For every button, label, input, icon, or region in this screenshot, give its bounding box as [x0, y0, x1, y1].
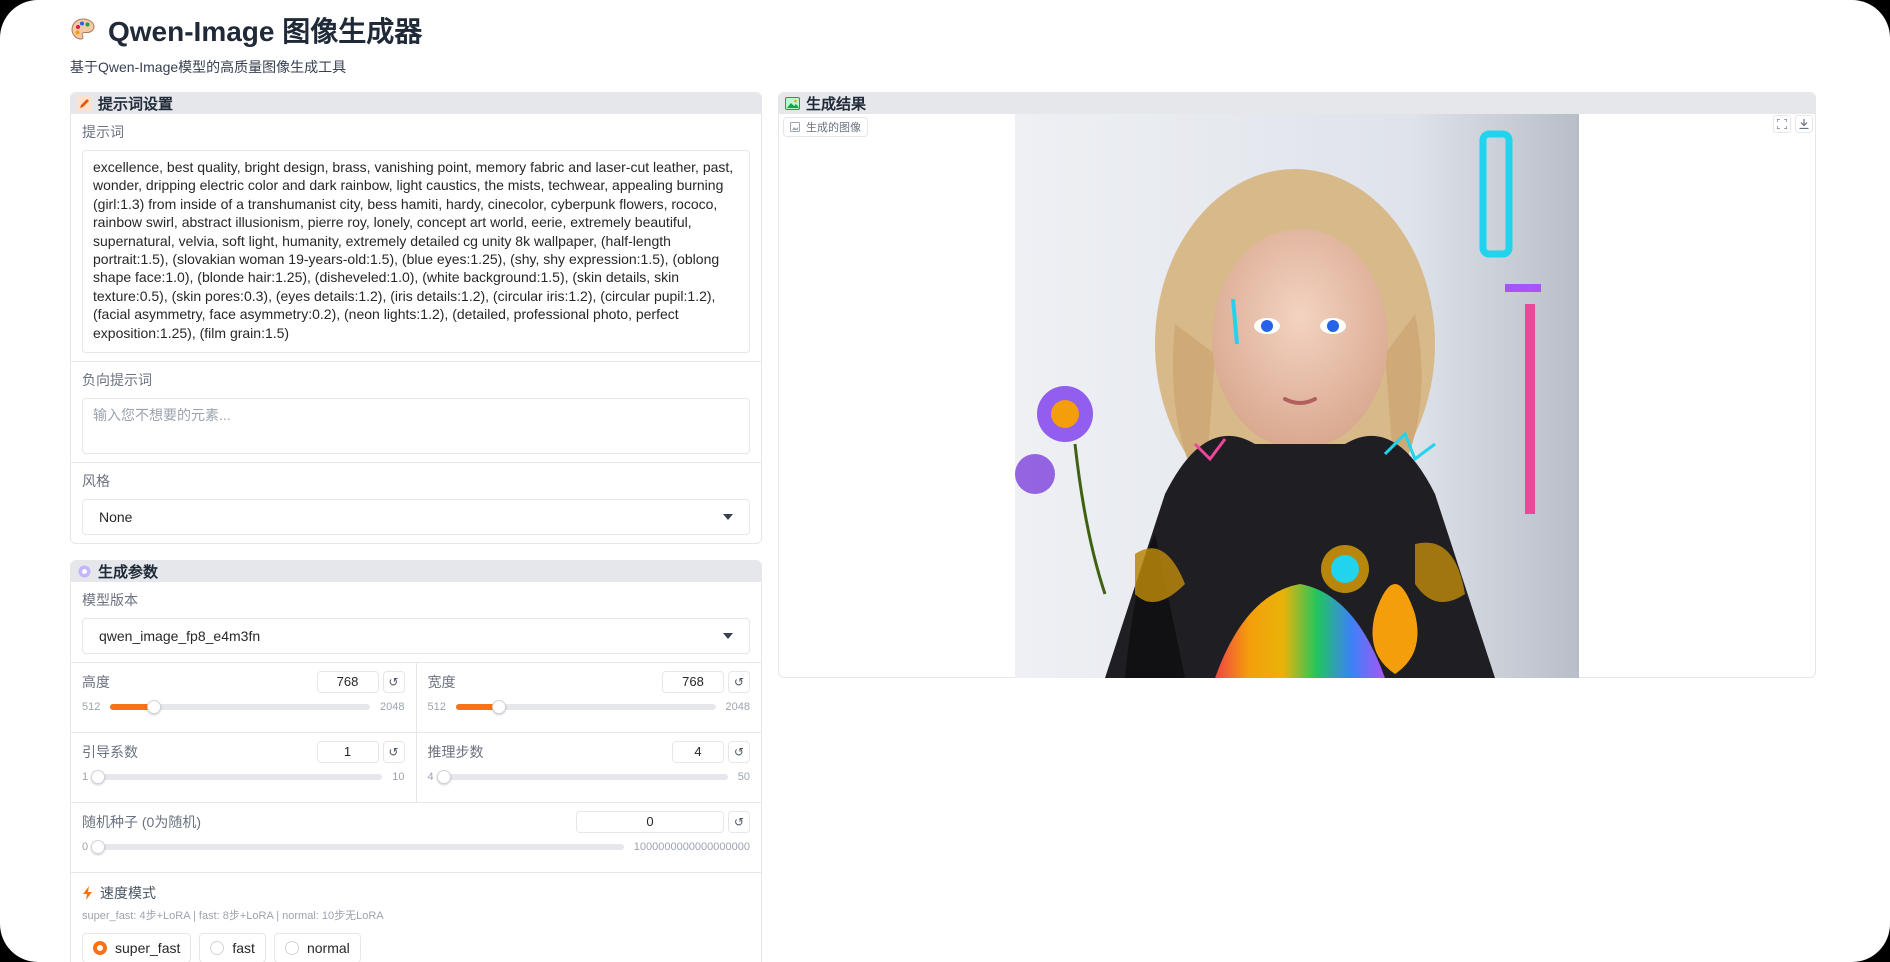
height-max: 2048	[380, 701, 405, 713]
negative-prompt-label: 负向提示词	[82, 372, 152, 388]
negative-prompt-input[interactable]: 输入您不想要的元素...	[82, 398, 750, 454]
seed-label: 随机种子 (0为随机)	[82, 814, 201, 830]
height-reset-button[interactable]: ↺	[382, 671, 405, 693]
guidance-slider[interactable]	[91, 770, 383, 784]
seed-slider-group: 随机种子 (0为随机) 0 ↺ 0 1000000000000000000	[71, 803, 761, 872]
width-reset-button[interactable]: ↺	[728, 671, 750, 693]
width-input[interactable]: 768	[662, 671, 724, 693]
result-panel: 生成结果 生成的图像	[778, 92, 1816, 678]
palette-icon	[71, 18, 95, 40]
radio-indicator	[210, 941, 225, 955]
guidance-label: 引导系数	[82, 744, 138, 760]
lightning-icon	[83, 886, 92, 900]
style-field: 风格 None	[71, 463, 761, 543]
radio-indicator	[93, 941, 107, 955]
image-small-icon	[790, 122, 800, 132]
speed-option-fast[interactable]: fast	[199, 933, 266, 962]
width-min: 512	[427, 701, 446, 713]
params-panel: 生成参数 模型版本 qwen_image_fp8_e4m3fn 高度 768 ↺…	[70, 560, 762, 962]
image-label-text: 生成的图像	[806, 122, 861, 134]
image-icon	[785, 97, 800, 110]
steps-slider-group: 推理步数 4 ↺ 4 50	[417, 733, 762, 802]
prompt-panel-header: 提示词设置	[71, 93, 761, 114]
style-dropdown[interactable]: None	[82, 499, 750, 535]
speed-mode-label: 速度模式	[100, 885, 156, 901]
speed-mode-description: super_fast: 4步+LoRA | fast: 8步+LoRA | no…	[82, 910, 384, 922]
width-slider-thumb[interactable]	[492, 700, 507, 714]
params-panel-header: 生成参数	[71, 561, 761, 582]
chevron-down-icon	[723, 633, 733, 639]
speed-mode-radio-group: super_fast fast normal	[82, 933, 750, 962]
seed-min: 0	[82, 841, 89, 853]
guidance-input[interactable]: 1	[316, 741, 379, 763]
model-dropdown[interactable]: qwen_image_fp8_e4m3fn	[82, 618, 750, 654]
prompt-panel: 提示词设置 提示词 excellence, best quality, brig…	[70, 92, 762, 544]
speed-option-normal[interactable]: normal	[273, 933, 361, 962]
height-slider[interactable]	[110, 700, 371, 714]
seed-slider-thumb[interactable]	[91, 840, 106, 854]
radio-indicator	[284, 941, 299, 955]
prompt-panel-title: 提示词设置	[98, 96, 174, 113]
width-label: 宽度	[427, 674, 456, 690]
steps-slider-thumb[interactable]	[436, 770, 451, 784]
model-label: 模型版本	[82, 592, 138, 608]
page-subtitle: 基于Qwen-Image模型的高质量图像生成工具	[70, 59, 347, 75]
page-title: Qwen-Image 图像生成器	[108, 16, 423, 47]
guidance-min: 1	[82, 771, 89, 783]
negative-prompt-field: 负向提示词 输入您不想要的元素...	[71, 362, 761, 463]
fullscreen-icon	[1777, 119, 1787, 129]
guidance-steps-row: 引导系数 1 ↺ 1 10 推理步数 4 ↺ 4 50	[71, 733, 761, 803]
guidance-reset-button[interactable]: ↺	[382, 741, 405, 763]
speed-mode-field: 速度模式 super_fast: 4步+LoRA | fast: 8步+LoRA…	[71, 873, 761, 962]
style-label: 风格	[82, 473, 110, 489]
download-button[interactable]	[1795, 115, 1813, 133]
seed-row: 随机种子 (0为随机) 0 ↺ 0 1000000000000000000	[71, 803, 761, 873]
guidance-max: 10	[392, 771, 405, 783]
height-slider-group: 高度 768 ↺ 512 2048	[71, 663, 417, 732]
seed-input[interactable]: 0	[576, 811, 724, 833]
speed-option-super-fast[interactable]: super_fast	[82, 933, 192, 962]
prompt-input[interactable]: excellence, best quality, bright design,…	[82, 150, 750, 353]
size-row: 高度 768 ↺ 512 2048 宽度 768 ↺ 512 2048	[71, 663, 761, 733]
steps-input[interactable]: 4	[672, 741, 724, 763]
params-panel-title: 生成参数	[98, 564, 159, 581]
guidance-slider-thumb[interactable]	[91, 770, 106, 784]
app-window: Qwen-Image 图像生成器 基于Qwen-Image模型的高质量图像生成工…	[0, 0, 1890, 962]
image-label-tag: 生成的图像	[783, 117, 868, 137]
app-header: Qwen-Image 图像生成器	[70, 10, 422, 50]
chevron-down-icon	[723, 514, 733, 520]
steps-slider[interactable]	[436, 770, 728, 784]
prompt-field: 提示词 excellence, best quality, bright des…	[71, 114, 761, 362]
model-value: qwen_image_fp8_e4m3fn	[99, 628, 261, 644]
guidance-slider-group: 引导系数 1 ↺ 1 10	[71, 733, 417, 802]
model-field: 模型版本 qwen_image_fp8_e4m3fn	[71, 582, 761, 663]
steps-reset-button[interactable]: ↺	[728, 741, 750, 763]
width-max: 2048	[725, 701, 750, 713]
speed-option-label: super_fast	[115, 940, 181, 956]
negative-prompt-placeholder: 输入您不想要的元素...	[93, 407, 231, 423]
steps-min: 4	[427, 771, 434, 783]
height-input[interactable]: 768	[316, 671, 379, 693]
gear-icon	[78, 565, 91, 578]
pencil-icon	[77, 96, 92, 111]
result-panel-title: 生成结果	[806, 96, 867, 113]
style-value: None	[99, 509, 133, 525]
steps-label: 推理步数	[427, 744, 484, 760]
download-icon	[1799, 119, 1809, 129]
seed-max: 1000000000000000000	[633, 841, 750, 853]
speed-option-label: normal	[306, 940, 350, 956]
generated-image[interactable]	[1015, 114, 1579, 678]
prompt-label: 提示词	[82, 124, 124, 140]
width-slider[interactable]	[455, 700, 716, 714]
fullscreen-button[interactable]	[1773, 115, 1791, 133]
seed-reset-button[interactable]: ↺	[728, 811, 750, 833]
result-panel-header: 生成结果	[779, 93, 1815, 114]
width-slider-group: 宽度 768 ↺ 512 2048	[417, 663, 762, 732]
seed-slider[interactable]	[91, 840, 624, 854]
speed-option-label: fast	[232, 940, 255, 956]
height-slider-thumb[interactable]	[146, 700, 161, 714]
steps-max: 50	[737, 771, 750, 783]
height-label: 高度	[82, 674, 110, 690]
height-min: 512	[82, 701, 101, 713]
